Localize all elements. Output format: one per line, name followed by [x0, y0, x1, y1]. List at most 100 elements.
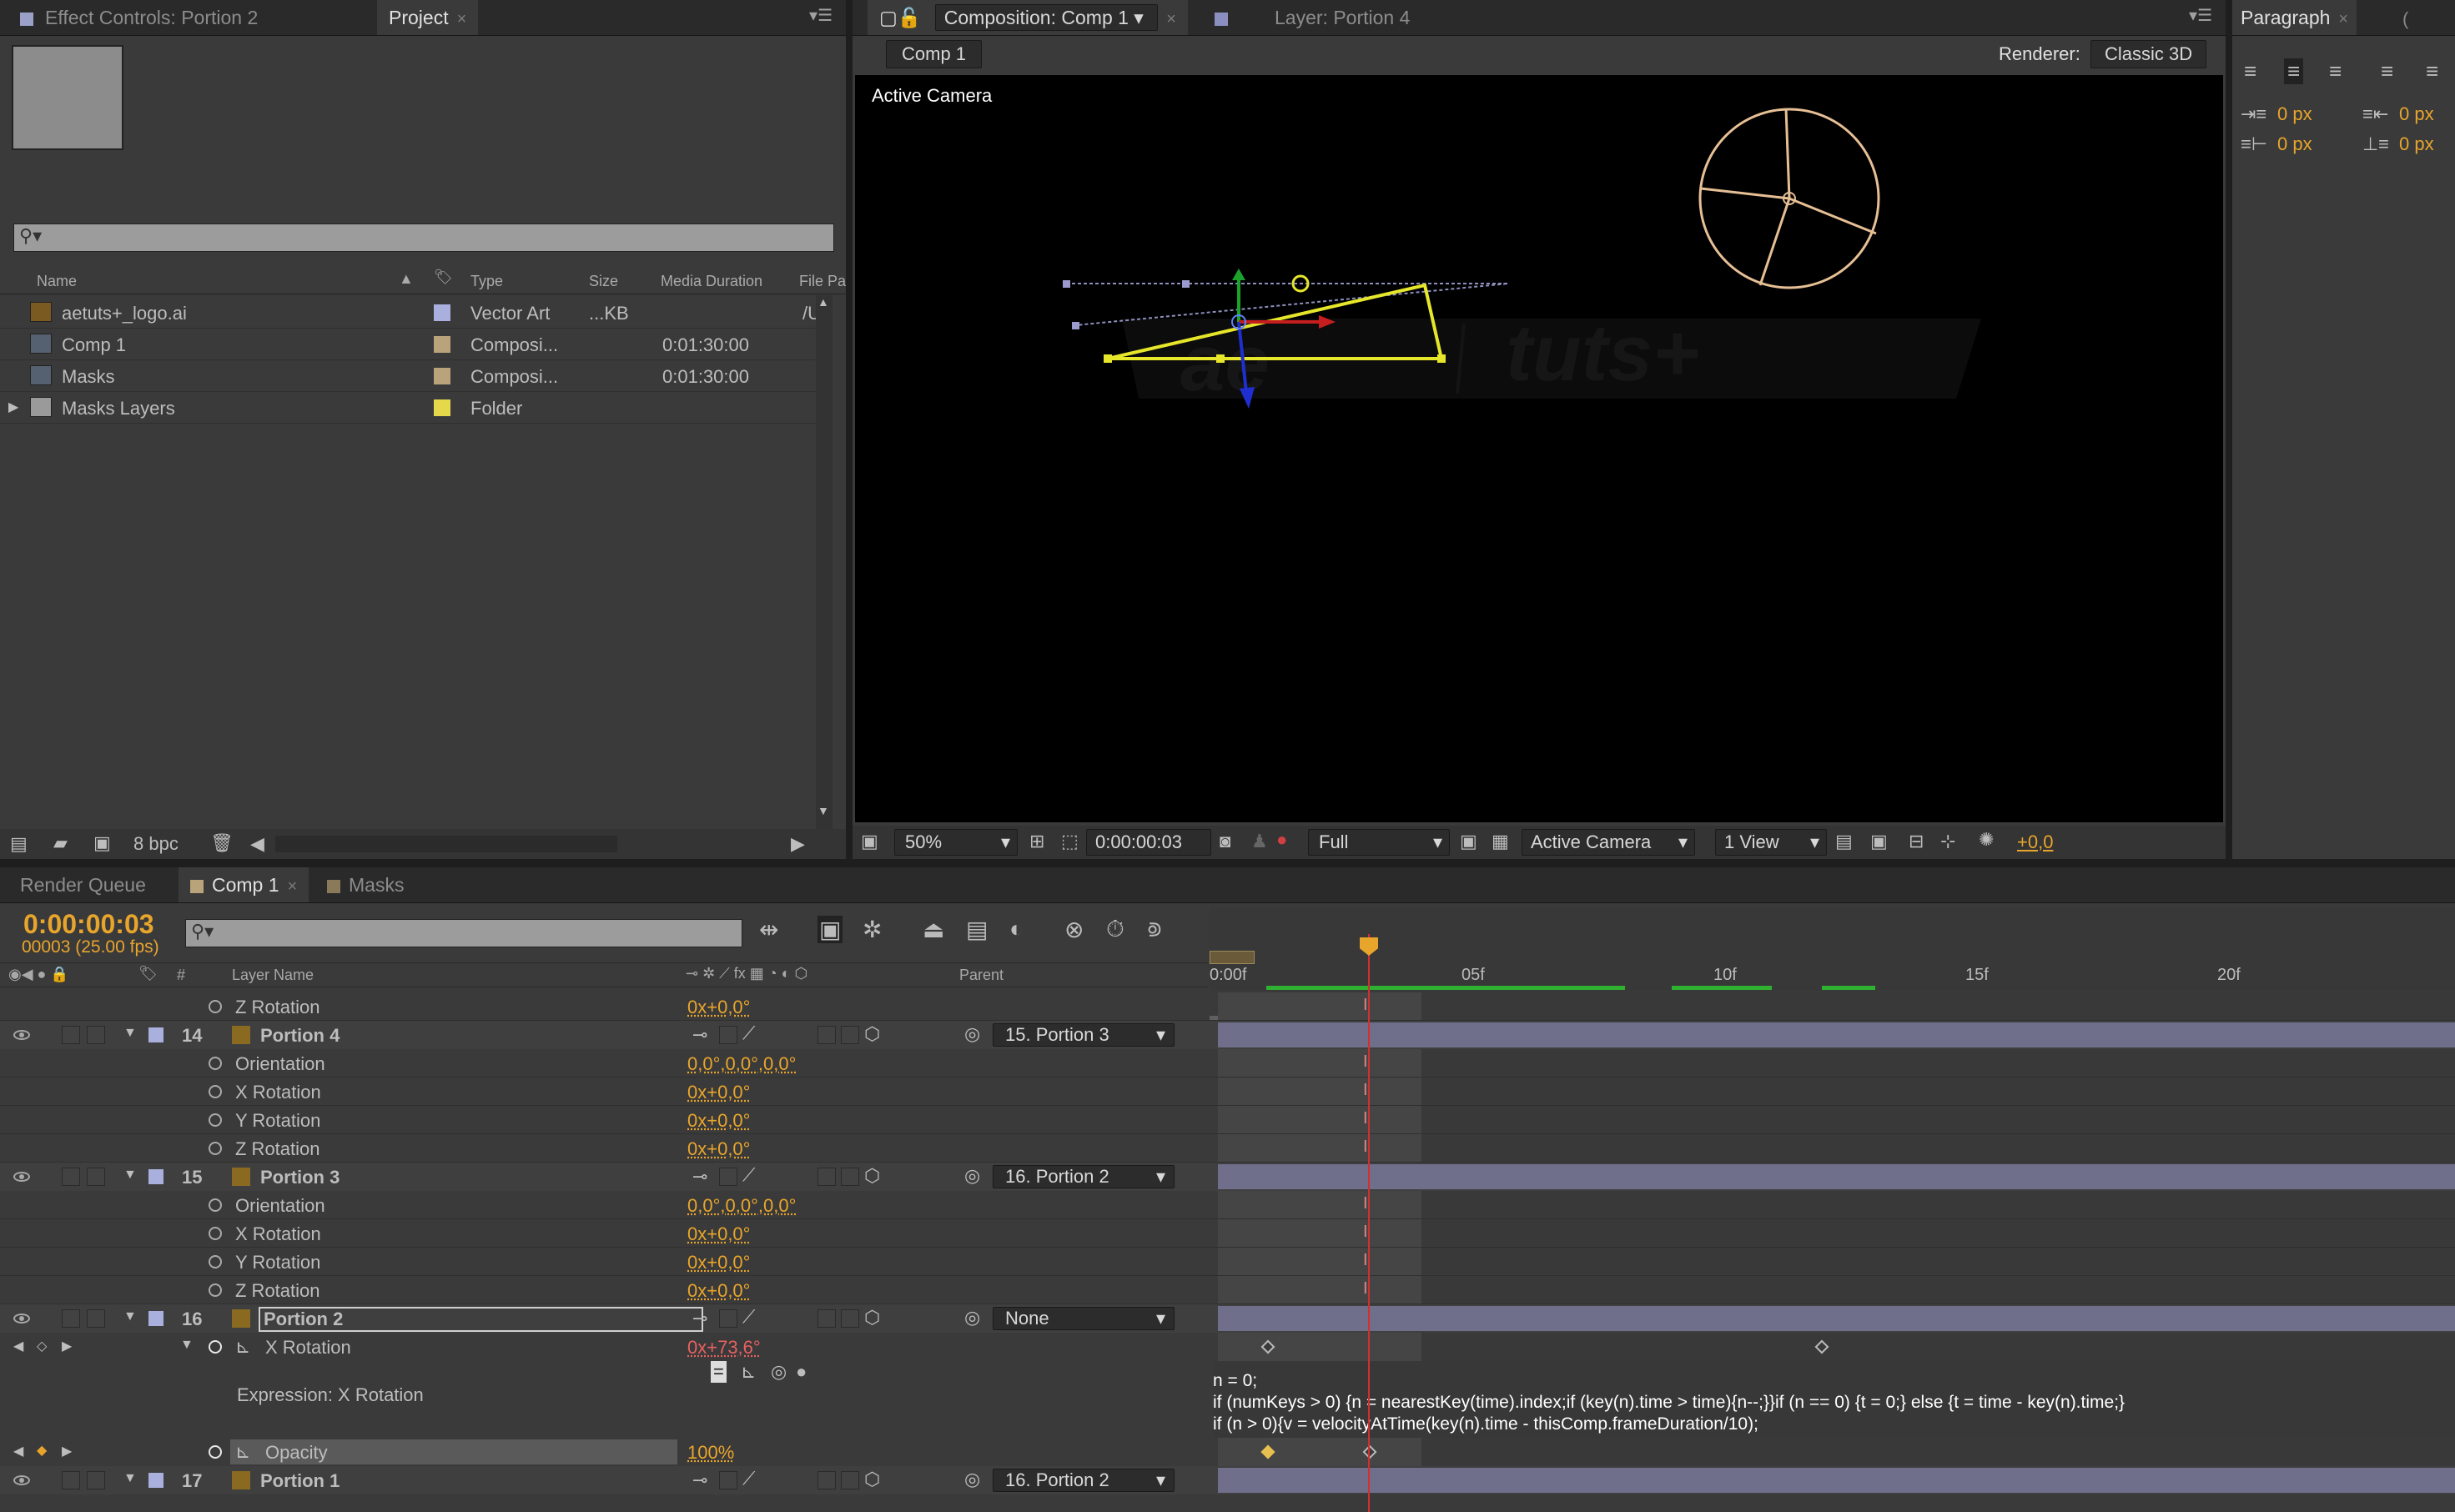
stopwatch-icon[interactable]	[209, 1227, 222, 1240]
layer-name[interactable]: Portion 4	[260, 1025, 340, 1047]
col-path[interactable]: File Pa	[799, 273, 846, 290]
tab-paragraph[interactable]: Paragraph ×	[2232, 0, 2357, 35]
comp-dropdown[interactable]: Composition: Comp 1 ▾	[934, 4, 1159, 31]
hide-shy-icon[interactable]: ✲	[863, 916, 882, 943]
visibility-eye-icon[interactable]	[13, 1314, 30, 1324]
renderer-button[interactable]: Classic 3D	[2090, 40, 2207, 68]
scroll-right-icon[interactable]: ▶	[791, 833, 805, 855]
solo-switch[interactable]	[62, 1026, 80, 1044]
close-icon[interactable]: ×	[2338, 10, 2348, 28]
tab-layer[interactable]: Layer: Portion 4	[1203, 0, 1421, 35]
property-row[interactable]: Y Rotation 0x+0,0° I	[0, 1248, 2455, 1276]
adjustment-switch[interactable]	[841, 1168, 859, 1186]
solo-switch[interactable]	[62, 1309, 80, 1328]
quality-switch-icon[interactable]: ⟋	[742, 1022, 755, 1044]
layer-duration-bar[interactable]	[1218, 1468, 2455, 1493]
indent-left-value[interactable]: 0 px	[2277, 103, 2312, 125]
label-color-swatch[interactable]	[434, 304, 450, 321]
property-value[interactable]: 0x+0,0°	[687, 997, 750, 1018]
stopwatch-icon[interactable]	[209, 1255, 222, 1268]
col-type[interactable]: Type	[470, 273, 503, 290]
motion-blur-icon[interactable]: ▤	[966, 916, 988, 943]
project-scrollbar[interactable]: ▲ ▼	[816, 295, 833, 829]
horizontal-scrollbar[interactable]	[275, 836, 617, 852]
layer-row[interactable]: ▼ 16 Portion 2 ⊸ ⟋ ⬡ ◎ None ▾	[0, 1304, 2455, 1333]
tab-effect-controls[interactable]: Effect Controls: Portion 2	[8, 0, 269, 35]
visibility-eye-icon[interactable]	[13, 1030, 30, 1040]
bpc-label[interactable]: 8 bpc	[133, 833, 179, 855]
parent-dropdown[interactable]: 16. Portion 2 ▾	[993, 1165, 1175, 1188]
panel-menu-icon[interactable]: ▾☰	[2189, 5, 2212, 26]
stopwatch-icon[interactable]	[209, 1445, 222, 1459]
next-keyframe-icon[interactable]: ▶	[62, 1338, 72, 1354]
col-name[interactable]: Name	[37, 273, 77, 290]
justify-all-icon[interactable]: ≡	[2426, 58, 2438, 84]
first-line-indent-value[interactable]: 0 px	[2277, 133, 2312, 155]
label-color-swatch[interactable]	[148, 1169, 163, 1184]
work-area-start[interactable]	[1210, 951, 1255, 964]
layer-row[interactable]: ▼ 14 Portion 4 ⊸ ⟋ ⬡ ◎ 15. Portion 3 ▾	[0, 1021, 2455, 1049]
collapse-switch[interactable]	[719, 1026, 737, 1044]
timeline-search-input[interactable]: ⚲▾	[185, 919, 742, 947]
project-item[interactable]: Comp 1 Composi... 0:01:30:00	[0, 329, 817, 360]
scroll-up-icon[interactable]: ▲	[817, 295, 829, 309]
quality-switch-icon[interactable]: ⟋	[742, 1468, 755, 1489]
collapse-arrow-icon[interactable]: ▼	[123, 1309, 137, 1324]
lock-switch[interactable]	[87, 1026, 105, 1044]
property-row[interactable]: Orientation 0,0°,0,0°,0,0° I	[0, 1049, 2455, 1077]
parent-dropdown[interactable]: None ▾	[993, 1307, 1175, 1330]
label-color-swatch[interactable]	[434, 368, 450, 384]
search-input[interactable]: ⚲▾	[13, 224, 834, 252]
add-keyframe-icon[interactable]: ◆	[37, 1442, 47, 1459]
pick-whip-icon[interactable]: ◎	[964, 1023, 980, 1045]
collapse-arrow-icon[interactable]: ▼	[123, 1471, 137, 1486]
stopwatch-icon[interactable]	[209, 1057, 222, 1070]
scroll-left-icon[interactable]: ◀	[250, 833, 264, 855]
new-composition-icon[interactable]: ▣	[93, 832, 111, 854]
graph-editor-icon[interactable]: ◐	[1009, 916, 1024, 942]
property-value[interactable]: 0x+0,0°	[687, 1280, 750, 1302]
stopwatch-icon[interactable]	[209, 1340, 222, 1354]
draft-3d-icon[interactable]: ▣	[817, 916, 843, 943]
layer-name[interactable]: Portion 3	[260, 1167, 340, 1188]
indent-right-value[interactable]: 0 px	[2399, 103, 2434, 125]
layer-name[interactable]: Portion 2	[258, 1307, 704, 1332]
expression-graph-icon[interactable]: ⊾	[741, 1361, 756, 1383]
show-snapshot-icon[interactable]: ♟	[1251, 831, 1268, 852]
panel-menu-icon[interactable]: ▾☰	[809, 5, 833, 26]
resolution-dropdown[interactable]: Full ▾	[1308, 829, 1450, 856]
3d-layer-icon[interactable]: ⬡	[864, 1165, 880, 1187]
previous-keyframe-icon[interactable]: ◀	[13, 1338, 23, 1354]
mask-visibility-icon[interactable]: ⬚	[1061, 831, 1079, 852]
parent-dropdown[interactable]: 16. Portion 2 ▾	[993, 1469, 1175, 1492]
zoom-dropdown[interactable]: 50% ▾	[894, 829, 1018, 856]
col-duration[interactable]: Media Duration	[661, 273, 762, 290]
space-after-value[interactable]: 0 px	[2399, 133, 2434, 155]
safe-zones-icon[interactable]: ⊞	[1029, 831, 1044, 852]
label-color-swatch[interactable]	[148, 1027, 163, 1042]
tab-render-queue[interactable]: Render Queue	[8, 867, 158, 902]
transparency-grid-icon[interactable]: ▦	[1492, 831, 1509, 852]
close-icon[interactable]: ×	[457, 10, 467, 28]
toggle-pixel-aspect-icon[interactable]: ▤	[1835, 831, 1853, 852]
3d-layer-icon[interactable]: ⬡	[864, 1307, 880, 1329]
stopwatch-icon[interactable]	[209, 1142, 222, 1155]
property-row[interactable]: Z Rotation 0x+0,0° I	[0, 1276, 2455, 1304]
motion-blur-switch[interactable]	[817, 1471, 836, 1489]
col-layer-name[interactable]: Layer Name	[232, 967, 314, 984]
xrotation-row[interactable]: ◀ ◇ ▶ ▼ ⊾ X Rotation 0x+73,6°	[0, 1333, 2455, 1361]
lock-switch[interactable]	[87, 1168, 105, 1186]
lock-switch[interactable]	[87, 1309, 105, 1328]
expression-toggle-icon[interactable]: =	[711, 1361, 727, 1383]
project-item[interactable]: aetuts+_logo.ai Vector Art ...KB /U	[0, 297, 821, 329]
motion-blur-switch[interactable]	[817, 1026, 836, 1044]
frame-blending-icon[interactable]: ⏏	[923, 916, 944, 943]
opacity-row[interactable]: ◀ ◆ ▶ ⊾ Opacity 100%	[0, 1438, 2455, 1466]
visibility-eye-icon[interactable]	[13, 1172, 30, 1182]
live-update-icon[interactable]: ⟄	[1148, 916, 1162, 943]
current-time[interactable]: 0:00:00:03	[23, 909, 154, 940]
layer-row[interactable]: ▼ 15 Portion 3 ⊸ ⟋ ⬡ ◎ 16. Portion 2 ▾	[0, 1163, 2455, 1191]
tab-overflow-icon[interactable]: (	[2402, 8, 2408, 30]
motion-blur-switch[interactable]	[817, 1309, 836, 1328]
property-row[interactable]: Z Rotation 0x+0,0° I	[0, 1134, 2455, 1163]
